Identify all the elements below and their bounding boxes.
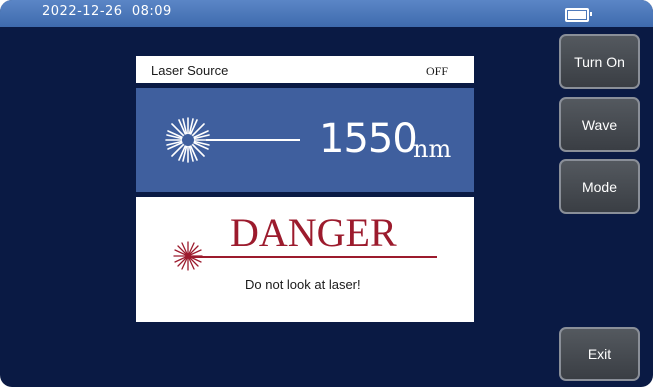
datetime-label: 2022-12-26 08:09 (42, 4, 172, 19)
danger-beam-line (188, 256, 437, 258)
battery-icon (565, 8, 592, 22)
danger-warning-panel: DANGER Do not look at laser! (136, 197, 474, 322)
wave-button[interactable]: Wave (559, 97, 640, 152)
status-bar: 2022-12-26 08:09 (0, 0, 653, 27)
wavelength-panel: 1550 nm (136, 88, 474, 192)
laser-source-header: Laser Source OFF (136, 56, 474, 83)
wavelength-value: 1550 (319, 116, 418, 162)
laser-state-label: OFF (425, 64, 448, 78)
laser-beam-line (206, 139, 300, 141)
danger-message: Do not look at laser! (245, 277, 361, 292)
exit-button[interactable]: Exit (559, 327, 640, 381)
device-screen: 2022-12-26 08:09 Laser Source OFF 1550 n… (0, 0, 653, 387)
mode-button[interactable]: Mode (559, 159, 640, 214)
turn-on-button[interactable]: Turn On (559, 34, 640, 89)
wavelength-unit: nm (413, 135, 452, 163)
panel-title: Laser Source (151, 63, 229, 78)
danger-title: DANGER (230, 210, 397, 255)
